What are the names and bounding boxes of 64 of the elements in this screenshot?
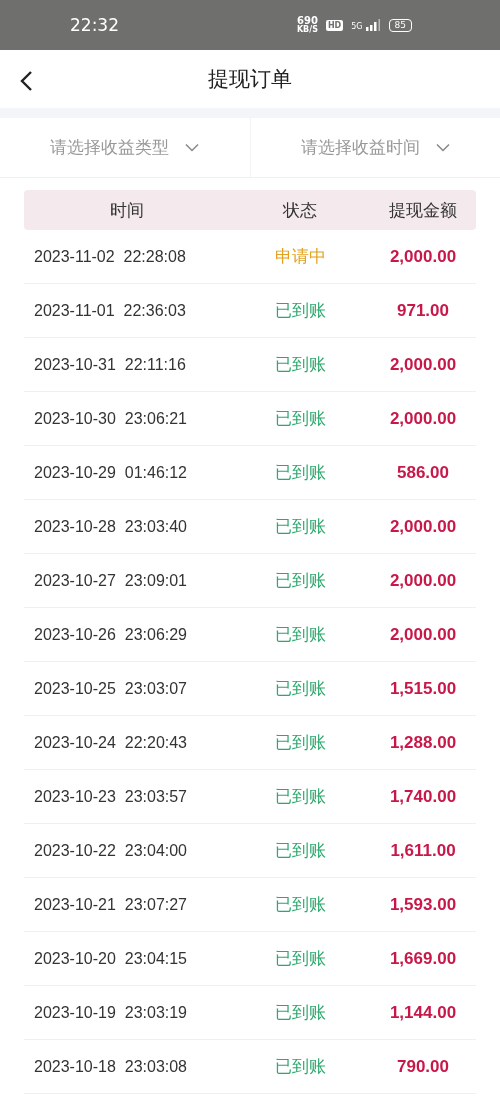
status-cell-text: 已到账 [273, 407, 327, 430]
time-cell-text: 2023-10-21 23:07:27 [33, 895, 188, 914]
status-cell-text: 已到账 [273, 1055, 327, 1078]
column-header: 时间 [109, 198, 145, 222]
time-cell-text: 2023-10-30 23:06:21 [33, 409, 188, 428]
status-cell-text: 已到账 [273, 515, 327, 538]
clock-time: 22:32 [70, 15, 119, 35]
column-header: 状态 [282, 198, 318, 222]
page-title: 提现订单 [208, 66, 292, 93]
amount-cell-text: 971.00 [396, 300, 450, 321]
time-cell-text: 2023-11-01 22:36:03 [33, 301, 187, 320]
time-cell-text: 2023-11-02 22:28:08 [33, 247, 187, 266]
amount-cell-text: 2,000.00 [388, 246, 458, 267]
column-header: 提现金额 [388, 198, 458, 222]
status-cell-text: 已到账 [273, 461, 327, 484]
amount-cell-text: 2,000.00 [388, 570, 458, 591]
amount-cell-text: 586.00 [396, 462, 450, 483]
time-cell-text: 2023-10-27 23:09:01 [33, 571, 188, 590]
status-cell-text: 已到账 [273, 785, 327, 808]
status-cell-text: 已到账 [273, 1001, 327, 1024]
status-cell-text: 已到账 [273, 677, 327, 700]
amount-cell-text: 1,669.00 [388, 948, 458, 969]
time-cell-text: 2023-10-19 23:03:19 [33, 1003, 188, 1022]
time-cell-text: 2023-10-22 23:04:00 [33, 841, 188, 860]
status-cell-text: 已到账 [273, 623, 327, 646]
amount-cell-text: 2,000.00 [388, 624, 458, 645]
time-cell-text: 2023-10-24 22:20:43 [33, 733, 188, 752]
filter-dropdown[interactable]: 请选择收益类型 [0, 118, 251, 177]
battery-level: 85 [388, 18, 412, 32]
chevron-down-icon [435, 143, 450, 152]
amount-cell-text: 1,288.00 [388, 732, 458, 753]
amount-cell-text: 1,740.00 [388, 786, 458, 807]
time-cell-text: 2023-10-20 23:04:15 [33, 949, 188, 968]
hd-badge: HD [325, 19, 344, 31]
time-cell-text: 2023-10-29 01:46:12 [33, 463, 188, 482]
amount-cell-text: 1,593.00 [388, 894, 458, 915]
amount-cell-text: 1,515.00 [388, 678, 458, 699]
network-speed: 690 [296, 16, 318, 26]
amount-cell-text: 2,000.00 [388, 354, 458, 375]
filter-dropdown[interactable]: 请选择收益时间 [250, 118, 500, 177]
network-type: 5G [351, 22, 363, 31]
time-cell-text: 2023-10-28 23:03:40 [33, 517, 188, 536]
time-cell-text: 2023-10-23 23:03:57 [33, 787, 188, 806]
signal-icon [364, 19, 381, 31]
amount-cell-text: 2,000.00 [388, 408, 458, 429]
status-cell-text: 已到账 [273, 353, 327, 376]
amount-cell-text: 1,144.00 [388, 1002, 458, 1023]
chevron-down-icon [185, 143, 200, 152]
status-cell-text: 申请中 [273, 245, 327, 268]
time-cell-text: 2023-10-25 23:03:07 [33, 679, 188, 698]
status-cell-text: 已到账 [273, 893, 327, 916]
amount-cell-text: 1,611.00 [389, 840, 457, 861]
amount-cell-text: 790.00 [396, 1056, 450, 1077]
time-cell-text: 2023-10-31 22:11:16 [33, 355, 187, 374]
status-cell-text: 已到账 [273, 569, 327, 592]
time-cell-text: 2023-10-26 23:06:29 [33, 625, 188, 644]
status-cell-text: 已到账 [273, 299, 327, 322]
status-cell-text: 已到账 [273, 947, 327, 970]
status-cell-text: 已到账 [273, 731, 327, 754]
time-cell-text: 2023-10-18 23:03:08 [33, 1057, 188, 1076]
back-icon [18, 70, 34, 92]
speed-unit: KB/S [296, 26, 318, 34]
amount-cell-text: 2,000.00 [388, 516, 458, 537]
status-cell-text: 已到账 [273, 839, 327, 862]
